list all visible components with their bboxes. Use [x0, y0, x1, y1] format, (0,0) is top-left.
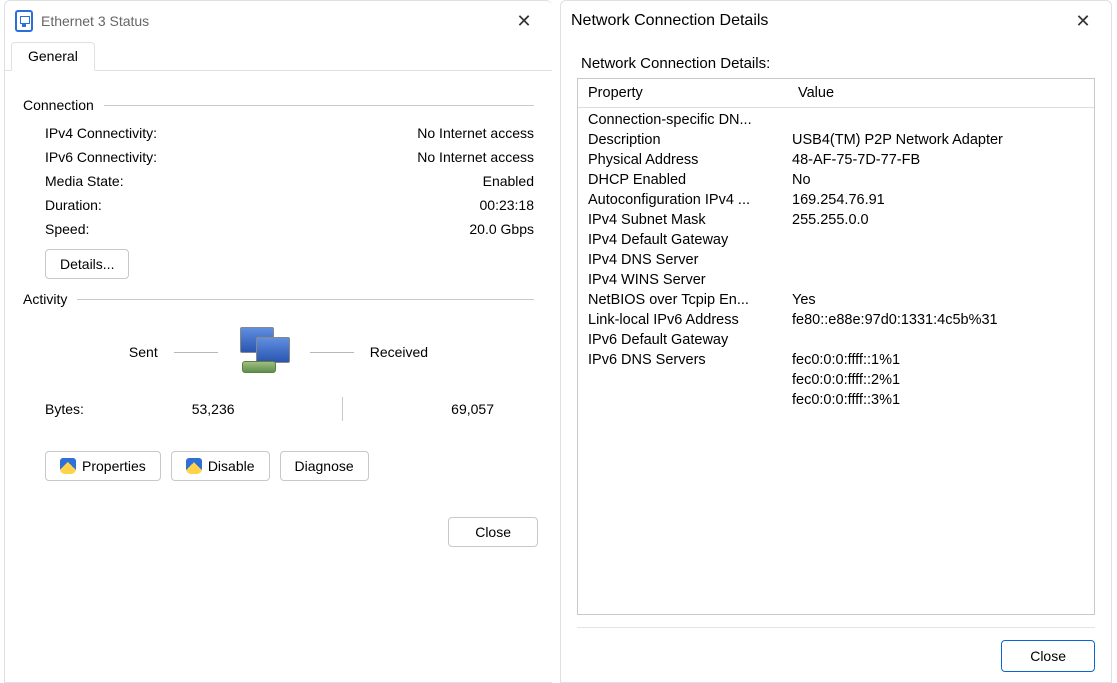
- table-row[interactable]: IPv4 Default Gateway: [578, 230, 1094, 250]
- shield-icon: [60, 458, 76, 474]
- ipv4-value: No Internet access: [354, 125, 534, 141]
- diagnose-button[interactable]: Diagnose: [280, 451, 369, 481]
- properties-button[interactable]: Properties: [45, 451, 161, 481]
- sent-label: Sent: [129, 344, 158, 360]
- disable-button[interactable]: Disable: [171, 451, 270, 481]
- properties-button-label: Properties: [82, 458, 146, 474]
- property-cell: Link-local IPv6 Address: [578, 310, 788, 330]
- value-cell: [788, 110, 1094, 130]
- table-row[interactable]: NetBIOS over Tcpip En...Yes: [578, 290, 1094, 310]
- bytes-received-value: 69,057: [451, 401, 494, 417]
- table-row[interactable]: Connection-specific DN...: [578, 110, 1094, 130]
- property-cell: Description: [578, 130, 788, 150]
- connection-group: Connection IPv4 Connectivity:No Internet…: [23, 97, 534, 279]
- details-table: Property Value Connection-specific DN...…: [577, 78, 1095, 615]
- disable-button-label: Disable: [208, 458, 255, 474]
- activity-group: Activity Sent Received Bytes: 53,236 69,…: [23, 291, 534, 481]
- close-button[interactable]: Close: [1001, 640, 1095, 672]
- speed-label: Speed:: [45, 221, 354, 237]
- table-row[interactable]: IPv4 Subnet Mask255.255.0.0: [578, 210, 1094, 230]
- divider: [77, 299, 534, 300]
- property-cell: Connection-specific DN...: [578, 110, 788, 130]
- close-icon[interactable]: ✕: [504, 1, 544, 41]
- bytes-sent-value: 53,236: [192, 401, 235, 417]
- value-cell: No: [788, 170, 1094, 190]
- ipv4-label: IPv4 Connectivity:: [45, 125, 354, 141]
- value-cell: fec0:0:0:ffff::3%1: [788, 390, 1094, 410]
- value-cell: Yes: [788, 290, 1094, 310]
- table-row[interactable]: IPv6 Default Gateway: [578, 330, 1094, 350]
- table-row[interactable]: Physical Address48-AF-75-7D-77-FB: [578, 150, 1094, 170]
- activity-group-label: Activity: [23, 291, 67, 307]
- table-row[interactable]: IPv6 DNS Serversfec0:0:0:ffff::1%1: [578, 350, 1094, 370]
- value-cell: USB4(TM) P2P Network Adapter: [788, 130, 1094, 150]
- ipv6-value: No Internet access: [354, 149, 534, 165]
- table-row[interactable]: fec0:0:0:ffff::3%1: [578, 390, 1094, 410]
- ethernet-status-window: Ethernet 3 Status ✕ General Connection I…: [4, 0, 552, 683]
- connection-group-label: Connection: [23, 97, 94, 113]
- network-activity-icon: [234, 327, 294, 377]
- table-row[interactable]: fec0:0:0:ffff::2%1: [578, 370, 1094, 390]
- property-cell: NetBIOS over Tcpip En...: [578, 290, 788, 310]
- property-cell: DHCP Enabled: [578, 170, 788, 190]
- divider: [342, 397, 343, 421]
- value-cell: fec0:0:0:ffff::1%1: [788, 350, 1094, 370]
- table-row[interactable]: IPv4 WINS Server: [578, 270, 1094, 290]
- value-cell: fec0:0:0:ffff::2%1: [788, 370, 1094, 390]
- col-value[interactable]: Value: [788, 79, 1094, 107]
- value-cell: [788, 330, 1094, 350]
- value-cell: 169.254.76.91: [788, 190, 1094, 210]
- divider: [310, 352, 354, 353]
- status-body: Connection IPv4 Connectivity:No Internet…: [5, 77, 552, 507]
- tab-strip: General: [5, 41, 552, 71]
- duration-label: Duration:: [45, 197, 354, 213]
- divider: [174, 352, 218, 353]
- property-cell: [578, 370, 788, 390]
- speed-value: 20.0 Gbps: [354, 221, 534, 237]
- table-row[interactable]: Link-local IPv6 Addressfe80::e88e:97d0:1…: [578, 310, 1094, 330]
- details-titlebar: Network Connection Details ✕: [561, 1, 1111, 41]
- network-details-window: Network Connection Details ✕ Network Con…: [560, 0, 1112, 683]
- media-value: Enabled: [354, 173, 534, 189]
- details-title: Network Connection Details: [571, 12, 1063, 30]
- col-property[interactable]: Property: [578, 79, 788, 107]
- table-row[interactable]: IPv4 DNS Server: [578, 250, 1094, 270]
- property-cell: [578, 390, 788, 410]
- value-cell: [788, 250, 1094, 270]
- duration-value: 00:23:18: [354, 197, 534, 213]
- property-cell: Physical Address: [578, 150, 788, 170]
- shield-icon: [186, 458, 202, 474]
- status-title: Ethernet 3 Status: [41, 13, 504, 29]
- property-cell: IPv4 Subnet Mask: [578, 210, 788, 230]
- close-icon[interactable]: ✕: [1063, 1, 1103, 41]
- divider: [104, 105, 534, 106]
- details-subtitle: Network Connection Details:: [581, 55, 1095, 72]
- value-cell: [788, 230, 1094, 250]
- media-label: Media State:: [45, 173, 354, 189]
- received-label: Received: [370, 344, 428, 360]
- property-cell: IPv4 Default Gateway: [578, 230, 788, 250]
- property-cell: Autoconfiguration IPv4 ...: [578, 190, 788, 210]
- property-cell: IPv6 DNS Servers: [578, 350, 788, 370]
- value-cell: fe80::e88e:97d0:1331:4c5b%31: [788, 310, 1094, 330]
- details-button[interactable]: Details...: [45, 249, 129, 279]
- table-row[interactable]: Autoconfiguration IPv4 ...169.254.76.91: [578, 190, 1094, 210]
- tab-general[interactable]: General: [11, 42, 95, 71]
- ethernet-icon: [15, 10, 33, 32]
- bytes-label: Bytes:: [45, 401, 84, 417]
- details-table-header: Property Value: [578, 79, 1094, 108]
- value-cell: 255.255.0.0: [788, 210, 1094, 230]
- property-cell: IPv6 Default Gateway: [578, 330, 788, 350]
- table-row[interactable]: DescriptionUSB4(TM) P2P Network Adapter: [578, 130, 1094, 150]
- value-cell: [788, 270, 1094, 290]
- status-titlebar: Ethernet 3 Status ✕: [5, 1, 552, 41]
- value-cell: 48-AF-75-7D-77-FB: [788, 150, 1094, 170]
- property-cell: IPv4 DNS Server: [578, 250, 788, 270]
- table-row[interactable]: DHCP EnabledNo: [578, 170, 1094, 190]
- property-cell: IPv4 WINS Server: [578, 270, 788, 290]
- ipv6-label: IPv6 Connectivity:: [45, 149, 354, 165]
- close-button[interactable]: Close: [448, 517, 538, 547]
